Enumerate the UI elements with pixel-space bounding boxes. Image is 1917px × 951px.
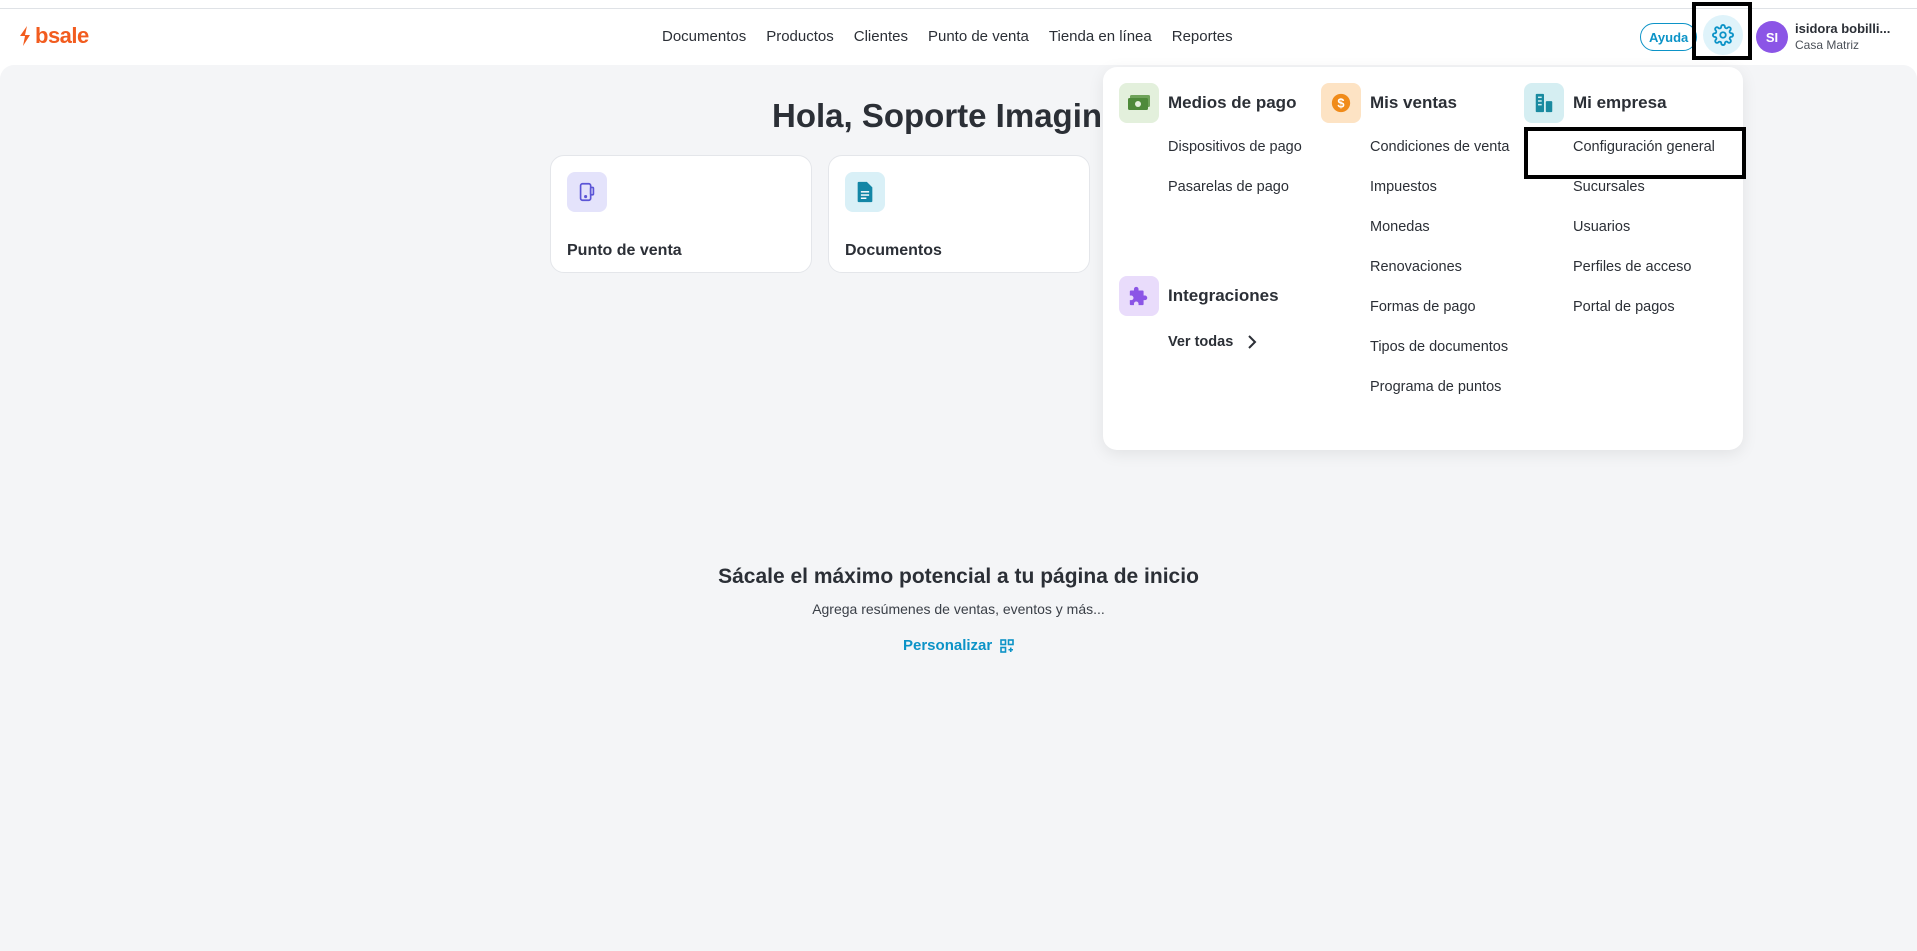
coin-icon: $ xyxy=(1321,83,1361,123)
nav-item-reportes[interactable]: Reportes xyxy=(1162,27,1243,47)
card-title: Punto de venta xyxy=(567,242,682,259)
menu-item-portal-de-pagos[interactable]: Portal de pagos xyxy=(1573,297,1715,337)
menu-section-company: Mi empresa Configuración general Sucursa… xyxy=(1524,83,1715,337)
nav-item-documentos[interactable]: Documentos xyxy=(652,27,756,47)
menu-item-monedas[interactable]: Monedas xyxy=(1370,217,1509,257)
menu-section-title: Integraciones xyxy=(1168,286,1279,305)
user-branch: Casa Matriz xyxy=(1795,38,1860,52)
menu-item-programa-de-puntos[interactable]: Programa de puntos xyxy=(1370,377,1509,417)
help-button[interactable]: Ayuda xyxy=(1640,23,1698,51)
puzzle-icon xyxy=(1119,276,1159,316)
page-title: Hola, Soporte Imagin xyxy=(772,97,1103,134)
menu-section-title: Mis ventas xyxy=(1370,93,1457,112)
menu-item-configuracion-general[interactable]: Configuración general xyxy=(1573,137,1715,177)
nav-item-tienda-en-linea[interactable]: Tienda en línea xyxy=(1039,27,1162,47)
menu-item-formas-de-pago[interactable]: Formas de pago xyxy=(1370,297,1509,337)
menu-section-header: Medios de pago xyxy=(1119,83,1302,123)
menu-section-integrations: Integraciones Ver todas xyxy=(1119,276,1279,350)
menu-item-renovaciones[interactable]: Renovaciones xyxy=(1370,257,1509,297)
menu-item-sucursales[interactable]: Sucursales xyxy=(1573,177,1715,217)
menu-section-title: Mi empresa xyxy=(1573,93,1667,112)
see-all-label: Ver todas xyxy=(1168,334,1234,350)
menu-item-usuarios[interactable]: Usuarios xyxy=(1573,217,1715,257)
menu-item-condiciones-de-venta[interactable]: Condiciones de venta xyxy=(1370,137,1509,177)
menu-item-perfiles-de-acceso[interactable]: Perfiles de acceso xyxy=(1573,257,1715,297)
shortcut-card-documentos[interactable]: Documentos xyxy=(828,155,1090,273)
menu-section-sales: $ Mis ventas Condiciones de venta Impues… xyxy=(1321,83,1509,417)
bsale-logo[interactable]: bsale xyxy=(18,25,89,47)
avatar[interactable]: SI xyxy=(1756,21,1788,53)
menu-section-header: $ Mis ventas xyxy=(1321,83,1509,123)
settings-highlight-box xyxy=(1692,2,1752,60)
document-icon xyxy=(845,172,885,212)
settings-dropdown-menu: Medios de pago Dispositivos de pago Pasa… xyxy=(1103,67,1743,450)
menu-item-tipos-de-documentos[interactable]: Tipos de documentos xyxy=(1370,337,1509,377)
nav-item-clientes[interactable]: Clientes xyxy=(844,27,918,47)
promo-title: Sácale el máximo potencial a tu página d… xyxy=(718,565,1199,588)
bsale-logo-icon xyxy=(20,26,30,46)
menu-section-header: Integraciones xyxy=(1119,276,1279,316)
main-nav: Documentos Productos Clientes Punto de v… xyxy=(652,27,1243,47)
menu-item-pasarelas-de-pago[interactable]: Pasarelas de pago xyxy=(1168,177,1302,217)
nav-item-punto-de-venta[interactable]: Punto de venta xyxy=(918,27,1039,47)
menu-item-impuestos[interactable]: Impuestos xyxy=(1370,177,1509,217)
chevron-right-icon xyxy=(1248,335,1257,349)
pos-terminal-icon xyxy=(567,172,607,212)
add-widget-icon xyxy=(1000,638,1015,653)
personalize-label: Personalizar xyxy=(903,637,993,654)
promo-subtitle: Agrega resúmenes de ventas, eventos y má… xyxy=(812,601,1105,617)
menu-section-header: Mi empresa xyxy=(1524,83,1715,123)
see-all-integrations-link[interactable]: Ver todas xyxy=(1168,334,1279,350)
cash-icon xyxy=(1119,83,1159,123)
menu-item-dispositivos-de-pago[interactable]: Dispositivos de pago xyxy=(1168,137,1302,177)
personalize-link[interactable]: Personalizar xyxy=(903,637,1015,654)
building-icon xyxy=(1524,83,1564,123)
nav-item-productos[interactable]: Productos xyxy=(756,27,844,47)
menu-section-payments: Medios de pago Dispositivos de pago Pasa… xyxy=(1119,83,1302,217)
bsale-logo-text: bsale xyxy=(35,23,89,48)
shortcut-card-punto-de-venta[interactable]: Punto de venta xyxy=(550,155,812,273)
menu-section-title: Medios de pago xyxy=(1168,93,1297,112)
user-name[interactable]: isidora bobilli... xyxy=(1795,21,1890,36)
card-title: Documentos xyxy=(845,242,942,259)
svg-text:$: $ xyxy=(1337,96,1344,111)
top-header: bsale Documentos Productos Clientes Punt… xyxy=(0,2,1917,65)
